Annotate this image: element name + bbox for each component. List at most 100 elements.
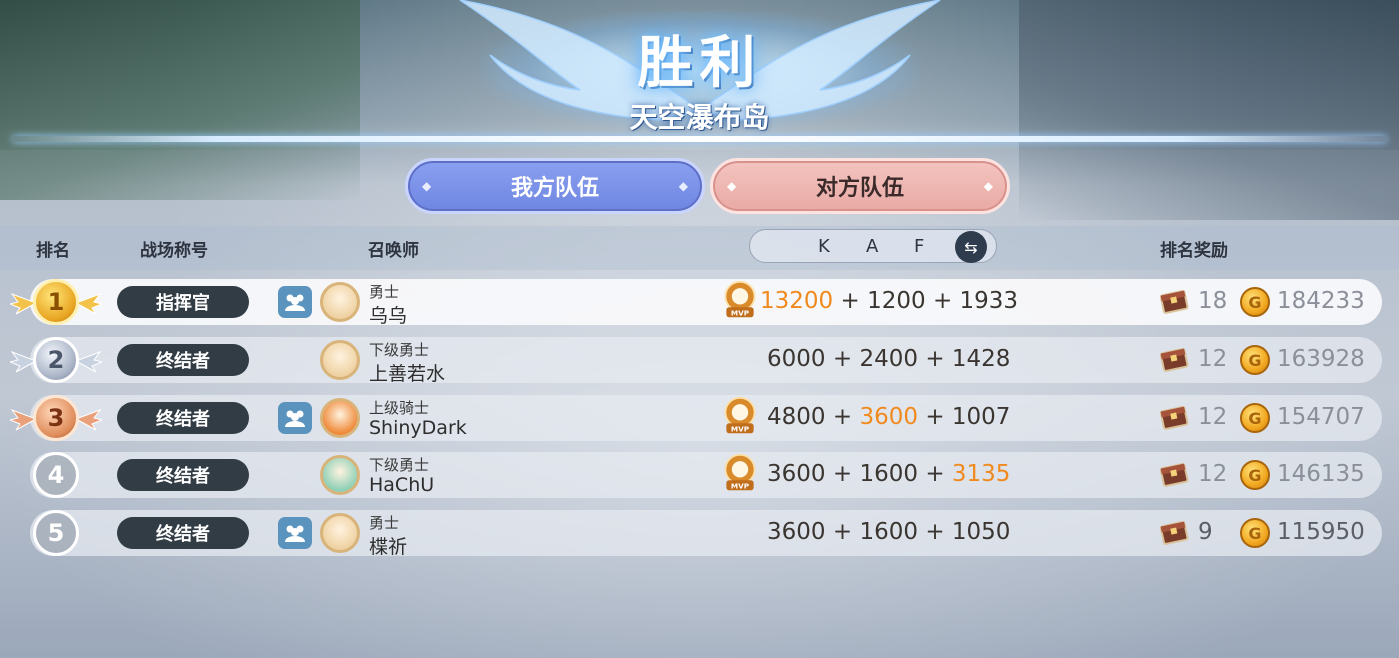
summoner-avatar[interactable] bbox=[320, 513, 360, 553]
feat-score: 1050 bbox=[951, 519, 1011, 545]
rank-wing-right-icon bbox=[76, 292, 102, 315]
summoner-grade: 下级勇士 bbox=[369, 341, 430, 359]
battle-title-badge: 终结者 bbox=[117, 517, 249, 549]
summoner-avatar[interactable] bbox=[320, 340, 360, 380]
plus-sign: + bbox=[925, 404, 945, 430]
assist-score: 1600 bbox=[859, 519, 918, 545]
battle-title-badge: 终结者 bbox=[117, 344, 249, 376]
header-summoner: 召唤师 bbox=[368, 241, 419, 261]
kaf-score: 3600 + 1600 + 3135 bbox=[767, 461, 1010, 487]
reward-coin-amount: 184233 bbox=[1277, 288, 1365, 314]
map-name: 天空瀑布岛 bbox=[629, 101, 770, 134]
summoner-name: 上善若水 bbox=[369, 363, 446, 385]
reward-coin-amount: 163928 bbox=[1277, 346, 1365, 372]
assist-score: 2400 bbox=[859, 346, 918, 372]
assist-score: 3600 bbox=[859, 404, 918, 430]
kill-score: 13200 bbox=[760, 288, 834, 314]
kaf-score: 3600 + 1600 + 1050 bbox=[767, 519, 1010, 545]
plus-sign: + bbox=[832, 346, 853, 372]
header-battle-title: 战场称号 bbox=[140, 241, 208, 261]
diamond-icon: ◆ bbox=[983, 179, 993, 193]
summoner-name: ShinyDark bbox=[369, 417, 467, 439]
victory-title: 胜利 bbox=[637, 31, 762, 96]
plus-sign: + bbox=[925, 461, 945, 487]
plus-sign: + bbox=[840, 288, 860, 314]
swap-icon[interactable]: ⇆ bbox=[955, 231, 987, 263]
feat-score: 1933 bbox=[959, 288, 1019, 314]
battle-title-badge: 终结者 bbox=[117, 459, 249, 491]
treasure-chest-icon bbox=[1159, 348, 1189, 372]
banner-divider bbox=[12, 136, 1387, 142]
header-reward: 排名奖励 bbox=[1160, 241, 1228, 261]
summoner-avatar[interactable] bbox=[320, 398, 360, 438]
rank-wing-right-icon bbox=[76, 350, 102, 373]
gold-coin-icon: G bbox=[1240, 460, 1270, 490]
battle-title-badge: 终结者 bbox=[117, 402, 249, 434]
plus-sign: + bbox=[832, 404, 853, 430]
party-members-icon[interactable] bbox=[278, 402, 312, 434]
plus-sign: + bbox=[925, 346, 945, 372]
tab-our-team[interactable]: ◆ 我方队伍 ◆ bbox=[405, 158, 705, 214]
reward-box-count: 18 bbox=[1198, 288, 1228, 314]
header-rank: 排名 bbox=[36, 241, 70, 261]
header-k: K bbox=[818, 236, 830, 257]
rank-badge: 2 bbox=[33, 337, 79, 383]
summoner-name: 乌乌 bbox=[369, 305, 408, 327]
kill-score: 3600 bbox=[767, 461, 826, 487]
plus-sign: + bbox=[925, 519, 945, 545]
summoner-name: HaChU bbox=[369, 474, 435, 496]
reward-box-count: 9 bbox=[1198, 519, 1213, 545]
tab-enemy-team-label: 对方队伍 bbox=[815, 176, 904, 201]
tab-our-team-label: 我方队伍 bbox=[510, 176, 599, 201]
treasure-chest-icon bbox=[1159, 406, 1189, 430]
rank-wing-right-icon bbox=[76, 408, 102, 431]
summoner-grade: 勇士 bbox=[369, 514, 400, 532]
mvp-badge-icon: MVP bbox=[724, 280, 756, 317]
plus-sign: + bbox=[832, 461, 853, 487]
gold-coin-icon: G bbox=[1240, 345, 1270, 375]
rank-badge: 1 bbox=[33, 279, 79, 325]
party-members-icon[interactable] bbox=[278, 517, 312, 549]
feat-score: 1007 bbox=[951, 404, 1011, 430]
plus-sign: + bbox=[932, 288, 953, 314]
summoner-avatar[interactable] bbox=[320, 282, 360, 322]
summoner-name: 楪祈 bbox=[369, 536, 408, 558]
header-a: A bbox=[866, 236, 879, 257]
kill-score: 4800 bbox=[767, 404, 826, 430]
summoner-grade: 上级骑士 bbox=[369, 399, 430, 417]
assist-score: 1200 bbox=[867, 288, 926, 314]
reward-box-count: 12 bbox=[1198, 461, 1228, 487]
header-f: F bbox=[914, 236, 925, 257]
reward-box-count: 12 bbox=[1198, 404, 1228, 430]
reward-coin-amount: 115950 bbox=[1277, 519, 1365, 545]
gold-coin-icon: G bbox=[1240, 287, 1270, 317]
mvp-badge-icon: MVP bbox=[724, 453, 756, 490]
kill-score: 6000 bbox=[767, 346, 826, 372]
feat-score: 3135 bbox=[951, 461, 1011, 487]
reward-coin-amount: 146135 bbox=[1277, 461, 1365, 487]
plus-sign: + bbox=[832, 519, 853, 545]
summoner-grade: 勇士 bbox=[369, 283, 400, 301]
gold-coin-icon: G bbox=[1240, 518, 1270, 548]
party-members-icon[interactable] bbox=[278, 286, 312, 318]
tab-enemy-team[interactable]: ◆ 对方队伍 ◆ bbox=[710, 158, 1010, 214]
svg-text:MVP: MVP bbox=[731, 308, 750, 317]
treasure-chest-icon bbox=[1159, 463, 1189, 487]
kaf-score: 6000 + 2400 + 1428 bbox=[767, 346, 1010, 372]
kaf-score: 4800 + 3600 + 1007 bbox=[767, 404, 1010, 430]
diamond-icon: ◆ bbox=[422, 179, 432, 193]
assist-score: 1600 bbox=[859, 461, 918, 487]
diamond-icon: ◆ bbox=[678, 179, 688, 193]
reward-coin-amount: 154707 bbox=[1277, 404, 1365, 430]
battle-title-badge: 指挥官 bbox=[117, 286, 249, 318]
svg-text:MVP: MVP bbox=[731, 481, 750, 490]
rank-badge: 4 bbox=[33, 452, 79, 498]
diamond-icon: ◆ bbox=[727, 179, 737, 193]
summoner-grade: 下级勇士 bbox=[369, 456, 430, 474]
summoner-avatar[interactable] bbox=[320, 455, 360, 495]
treasure-chest-icon bbox=[1159, 290, 1189, 314]
kill-score: 3600 bbox=[767, 519, 826, 545]
rank-badge: 3 bbox=[33, 395, 79, 441]
mvp-badge-icon: MVP bbox=[724, 396, 756, 433]
feat-score: 1428 bbox=[951, 346, 1011, 372]
